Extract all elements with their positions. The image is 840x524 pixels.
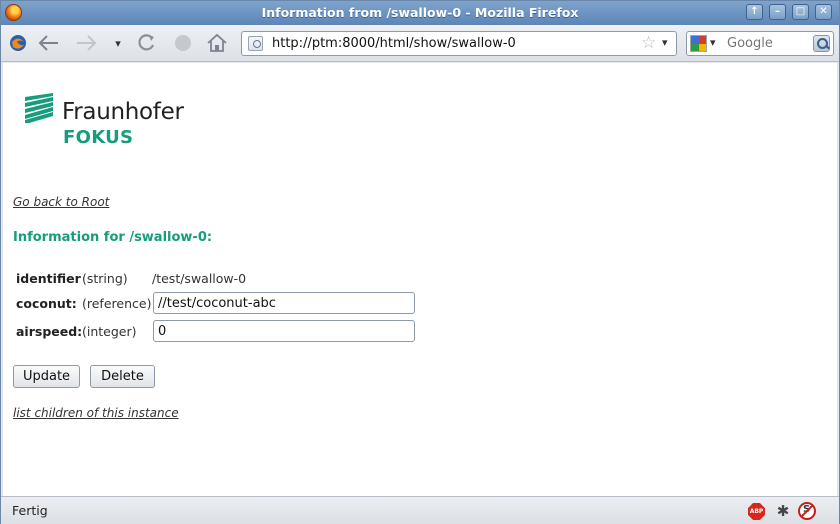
page-content: Fraunhofer FOKUS Go back to Root Informa…	[3, 63, 837, 496]
url-text[interactable]: http://ptm:8000/html/show/swallow-0	[272, 36, 516, 51]
identifier-value: /test/swallow-0	[152, 271, 247, 286]
fraunhofer-mark-icon	[25, 93, 53, 123]
minimize-button[interactable]: –	[769, 4, 786, 20]
search-engine-icon[interactable]	[690, 35, 707, 52]
navigation-toolbar: ▾ http://ptm:8000/html/show/swallow-0 ☆ …	[1, 25, 839, 62]
title-bar: Information from /swallow-0 - Mozilla Fi…	[1, 1, 839, 25]
firefox-logo-icon[interactable]	[7, 33, 29, 53]
search-go-icon[interactable]	[813, 35, 830, 52]
url-dropdown-icon[interactable]: ▾	[662, 36, 668, 49]
history-dropdown-icon[interactable]: ▾	[107, 33, 129, 53]
search-input[interactable]	[727, 35, 811, 52]
back-to-root-link[interactable]: Go back to Root	[13, 195, 109, 209]
home-icon[interactable]	[206, 33, 228, 53]
status-text: Fertig	[12, 503, 48, 518]
status-bar: Fertig ABP ✱	[1, 496, 839, 524]
back-icon[interactable]	[38, 33, 60, 53]
browser-window: Information from /swallow-0 - Mozilla Fi…	[0, 0, 840, 524]
logo-text: Fraunhofer	[62, 99, 184, 125]
noscript-icon[interactable]	[798, 502, 816, 520]
coconut-type: (reference)	[82, 296, 152, 311]
url-bar[interactable]: http://ptm:8000/html/show/swallow-0 ☆ ▾	[241, 31, 677, 56]
list-children-link[interactable]: list children of this instance	[13, 406, 179, 420]
bookmark-star-icon[interactable]: ☆	[641, 33, 656, 53]
search-engine-dropdown-icon[interactable]: ▾	[710, 36, 716, 49]
delete-button[interactable]: Delete	[90, 365, 155, 388]
identifier-type: (string)	[82, 271, 128, 286]
window-up-button[interactable]: ↑	[746, 4, 763, 20]
maximize-button[interactable]: □	[792, 4, 809, 20]
adblock-plus-icon[interactable]: ABP	[748, 503, 765, 520]
coconut-field[interactable]	[153, 292, 415, 314]
search-bar[interactable]: ▾	[686, 31, 834, 56]
airspeed-type: (integer)	[82, 324, 137, 339]
update-button[interactable]: Update	[13, 365, 80, 388]
window-title: Information from /swallow-0 - Mozilla Fi…	[261, 5, 579, 20]
identifier-label: identifier	[16, 271, 81, 286]
site-identity-icon[interactable]	[248, 36, 263, 51]
page-heading: Information for /swallow-0:	[13, 230, 213, 245]
reload-icon[interactable]	[136, 33, 158, 53]
coconut-label: coconut:	[16, 296, 77, 311]
firebug-icon[interactable]: ✱	[774, 502, 792, 520]
stop-icon[interactable]	[172, 33, 194, 53]
forward-icon[interactable]	[75, 33, 97, 53]
airspeed-field[interactable]	[153, 320, 415, 342]
airspeed-label: airspeed:	[16, 324, 83, 339]
logo-subtext: FOKUS	[63, 127, 134, 148]
close-button[interactable]: ✕	[815, 4, 832, 20]
